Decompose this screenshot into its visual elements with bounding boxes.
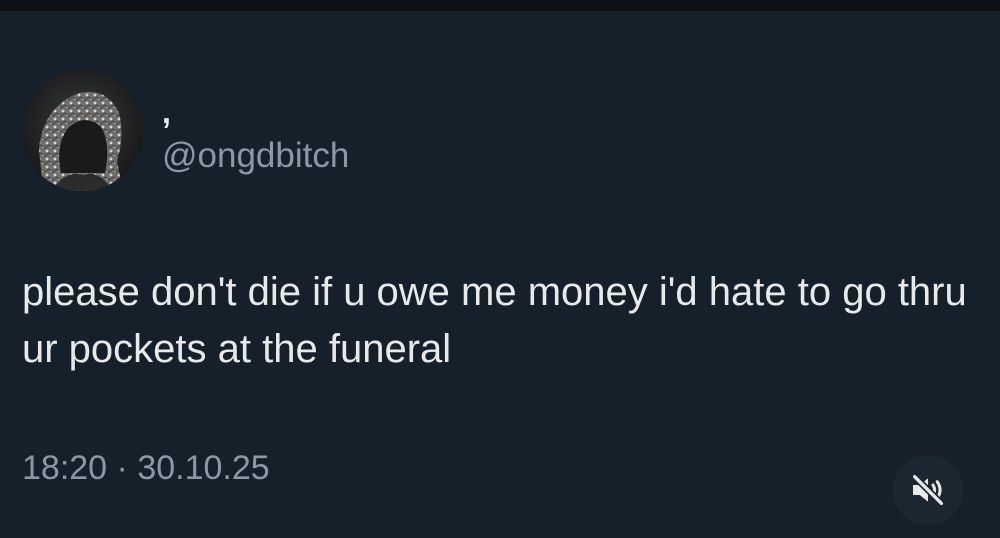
speaker-muted-icon <box>911 473 945 507</box>
tweet-date: 30.10.25 <box>137 449 270 487</box>
tweet-text: please don't die if u owe me money i'd h… <box>22 270 967 371</box>
top-strip <box>0 0 1000 11</box>
user-handle[interactable]: @ongdbitch <box>162 132 349 180</box>
timestamp-separator: · <box>116 449 128 487</box>
display-name[interactable]: , <box>162 92 171 132</box>
hooded-figure-avatar-icon <box>21 69 143 191</box>
avatar[interactable] <box>21 69 143 191</box>
tweet-time: 18:20 <box>22 449 108 487</box>
tweet-timestamp[interactable]: 18:20 · 30.10.25 <box>22 444 270 492</box>
mute-toggle-button[interactable] <box>893 455 963 525</box>
